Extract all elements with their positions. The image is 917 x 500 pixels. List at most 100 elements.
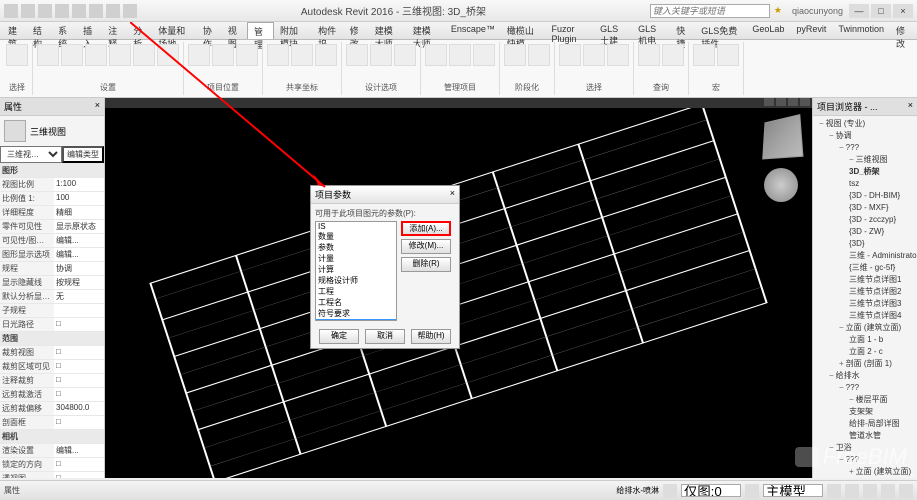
props-row[interactable]: 视图比例1:100 (0, 178, 104, 192)
sb-btn[interactable] (863, 484, 877, 498)
tree-node[interactable]: −??? (815, 454, 915, 466)
star-icon[interactable]: ★ (774, 5, 782, 16)
ribbon-tab[interactable]: Enscape™ (445, 22, 501, 39)
ribbon-button[interactable] (449, 44, 471, 66)
close-icon[interactable]: × (95, 100, 100, 113)
props-value[interactable]: □ (54, 472, 104, 478)
ribbon-button[interactable] (267, 44, 289, 66)
props-row[interactable]: 透视图□ (0, 472, 104, 478)
ribbon-button[interactable] (370, 44, 392, 66)
tree-node[interactable]: {3D - DH-BIM} (815, 190, 915, 202)
minimize-button[interactable]: — (849, 4, 869, 18)
props-row[interactable]: 剖面框□ (0, 416, 104, 430)
list-item[interactable]: IS (316, 222, 396, 231)
list-item[interactable]: 工程 (316, 286, 396, 297)
ribbon-button[interactable] (473, 44, 495, 66)
qat-btn[interactable] (106, 4, 120, 18)
list-item[interactable]: 布线类型 (316, 319, 396, 321)
workset-selector[interactable] (681, 484, 741, 497)
ribbon-button[interactable] (212, 44, 234, 66)
tree-node[interactable]: −给排水 (815, 370, 915, 382)
tree-node[interactable]: {3D} (815, 238, 915, 250)
props-value[interactable] (54, 304, 104, 317)
sb-btn[interactable] (827, 484, 841, 498)
sb-btn[interactable] (881, 484, 895, 498)
ribbon-button[interactable] (133, 44, 155, 66)
ribbon-tab[interactable]: 管理 (247, 22, 274, 39)
ribbon-button[interactable] (528, 44, 550, 66)
ribbon-tab[interactable]: 构件坞 (312, 22, 344, 39)
qat-btn[interactable] (89, 4, 103, 18)
ribbon-button[interactable] (717, 44, 739, 66)
tree-node[interactable]: +立面 (建筑立面) (815, 466, 915, 478)
expander-icon[interactable]: − (849, 155, 854, 164)
sb-btn[interactable] (899, 484, 913, 498)
props-row[interactable]: 远剪裁偏移304800.0 (0, 402, 104, 416)
tree-node[interactable]: {3D - ZW} (815, 226, 915, 238)
tree-node[interactable]: −??? (815, 142, 915, 154)
list-item[interactable]: 参数 (316, 242, 396, 253)
ribbon-tab[interactable]: 建模大师 (369, 22, 407, 39)
close-icon[interactable]: × (450, 188, 455, 201)
expander-icon[interactable]: − (839, 383, 844, 392)
browser-tree[interactable]: −视图 (专业)−协调−???−三维视图3D_桥架tsz{3D - DH-BIM… (813, 116, 917, 478)
tree-node[interactable]: −三维视图 (815, 154, 915, 166)
tree-node[interactable]: 三维节点详图3 (815, 298, 915, 310)
props-row[interactable]: 远剪裁激活□ (0, 388, 104, 402)
tree-node[interactable]: −立面 (建筑立面) (815, 322, 915, 334)
ribbon-button[interactable] (607, 44, 629, 66)
props-value[interactable]: □ (54, 458, 104, 471)
props-value[interactable]: □ (54, 360, 104, 373)
ribbon-tab[interactable]: 修改 (890, 22, 915, 39)
view-cube[interactable] (762, 114, 803, 160)
props-value[interactable]: □ (54, 388, 104, 401)
delete-button[interactable]: 删除(R) (401, 257, 451, 272)
props-row[interactable]: 日光路径□ (0, 318, 104, 332)
props-row[interactable]: 注释裁剪□ (0, 374, 104, 388)
props-value[interactable]: 编辑... (54, 444, 104, 457)
ribbon-tab[interactable]: 建模大师 (407, 22, 445, 39)
expander-icon[interactable]: − (839, 143, 844, 152)
ribbon-tab[interactable]: 结构 (27, 22, 52, 39)
expander-icon[interactable]: − (829, 371, 834, 380)
ribbon-tab[interactable]: GeoLab (746, 22, 790, 39)
qat-btn[interactable] (72, 4, 86, 18)
props-value[interactable]: 显示原状态 (54, 220, 104, 233)
tree-node[interactable]: 三维 - Administrator (815, 250, 915, 262)
ribbon-tab[interactable]: 修改 (344, 22, 369, 39)
ribbon-button[interactable] (394, 44, 416, 66)
tree-node[interactable]: 3D_桥架 (815, 166, 915, 178)
instance-selector[interactable]: 三维视图: 3D_桥架 (0, 146, 62, 163)
props-row[interactable]: 零件可见性显示原状态 (0, 220, 104, 234)
dialog-titlebar[interactable]: 项目参数 × (311, 186, 459, 204)
ribbon-button[interactable] (6, 44, 28, 66)
props-row[interactable]: 显示隐藏线按规程 (0, 276, 104, 290)
ribbon-tab[interactable]: Fuzor Plugin (545, 22, 594, 39)
tree-node[interactable]: {3D - MXF} (815, 202, 915, 214)
props-value[interactable]: 协调 (54, 262, 104, 275)
ribbon-tab[interactable]: Twinmotion (832, 22, 890, 39)
list-item[interactable]: 符号要求 (316, 308, 396, 319)
ribbon-tab[interactable]: 协作 (197, 22, 222, 39)
help-search[interactable] (650, 4, 770, 18)
props-row[interactable]: 比例值 1:100 (0, 192, 104, 206)
properties-type-selector[interactable]: 三维视图 (0, 116, 104, 146)
vp-btn[interactable] (788, 98, 798, 106)
ribbon-button[interactable] (583, 44, 605, 66)
props-value[interactable]: 100 (54, 192, 104, 205)
ribbon-tab[interactable]: 插入 (77, 22, 102, 39)
qat-btn[interactable] (123, 4, 137, 18)
props-row[interactable]: 图形显示选项编辑... (0, 248, 104, 262)
ribbon-button[interactable] (662, 44, 684, 66)
edit-type-button[interactable]: 编辑类型 (62, 146, 104, 163)
ribbon-button[interactable] (559, 44, 581, 66)
ribbon-button[interactable] (346, 44, 368, 66)
props-row[interactable]: 规程协调 (0, 262, 104, 276)
expander-icon[interactable]: − (849, 395, 854, 404)
props-row[interactable]: 裁剪视图□ (0, 346, 104, 360)
tree-node[interactable]: 立面 2 - c (815, 346, 915, 358)
props-value[interactable]: 1:100 (54, 178, 104, 191)
props-row[interactable]: 详细程度精细 (0, 206, 104, 220)
model-selector[interactable] (763, 484, 823, 497)
props-row[interactable]: 渲染设置编辑... (0, 444, 104, 458)
